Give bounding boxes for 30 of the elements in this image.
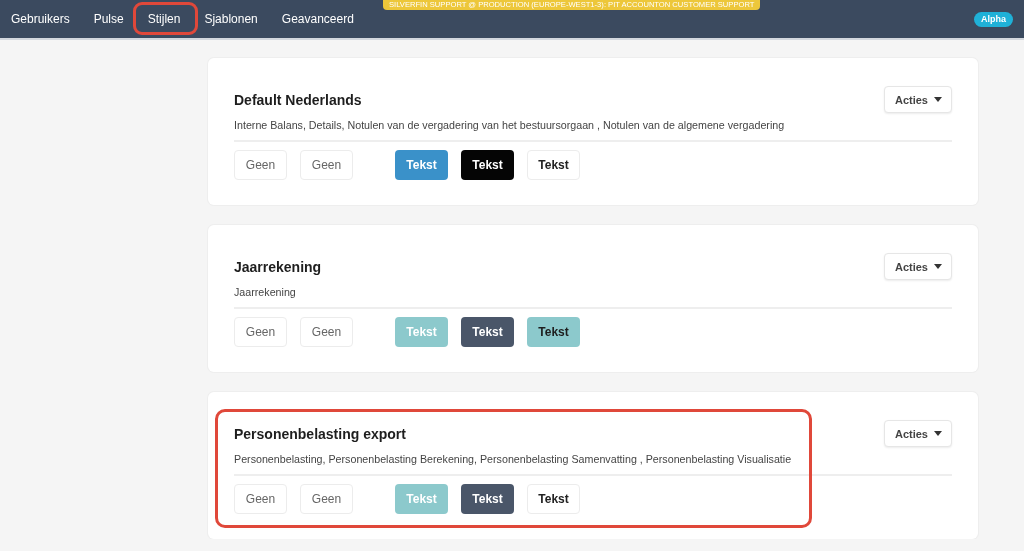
- template-list-text: Personenbelasting, Personenbelasting Berekening, Personenbelasting Samenvatting , Personenbelasting Visualisatie: [234, 452, 793, 467]
- style-preview-button[interactable]: Tekst: [461, 484, 514, 514]
- actions-dropdown-button[interactable]: Acties: [883, 420, 952, 447]
- style-preview-button[interactable]: Geen: [234, 150, 287, 180]
- nav-link[interactable]: Stijlen: [147, 11, 181, 27]
- style-preview-button[interactable]: Tekst: [461, 317, 514, 347]
- actions-dropdown-button[interactable]: Acties: [883, 253, 952, 280]
- style-preview-button[interactable]: Geen: [234, 484, 287, 514]
- style-preview-button[interactable]: Tekst: [527, 317, 580, 347]
- nav-link[interactable]: Geavanceerd: [281, 11, 354, 27]
- style-preview-button[interactable]: Geen: [300, 484, 353, 514]
- nav-link[interactable]: Gebruikers: [11, 11, 70, 27]
- style-preview-button[interactable]: Geen: [234, 317, 287, 347]
- template-list-text: Jaarrekening: [234, 285, 297, 300]
- card-title: Personenbelasting export: [234, 425, 406, 442]
- nav-link[interactable]: Sjablonen: [204, 11, 258, 27]
- style-preview-button[interactable]: Tekst: [461, 150, 514, 180]
- card-title: Default Nederlands: [234, 91, 362, 108]
- style-preview-button[interactable]: Tekst: [527, 150, 580, 180]
- nav-link[interactable]: Pulse: [93, 11, 124, 27]
- style-preview-button[interactable]: Geen: [300, 317, 353, 347]
- environment-badge: Alpha: [974, 11, 1013, 27]
- style-preview-button[interactable]: Geen: [300, 150, 353, 180]
- caret-icon: [934, 431, 942, 436]
- caret-icon: [934, 97, 942, 102]
- template-list-text: Interne Balans, Details, Notulen van de vergadering van het bestuursorgaan , Notulen van de algemene vergadering: [234, 118, 786, 133]
- actions-dropdown-button[interactable]: Acties: [883, 86, 952, 113]
- card-title: Jaarrekening: [234, 258, 322, 275]
- caret-icon: [934, 264, 942, 269]
- style-preview-button[interactable]: Tekst: [527, 484, 580, 514]
